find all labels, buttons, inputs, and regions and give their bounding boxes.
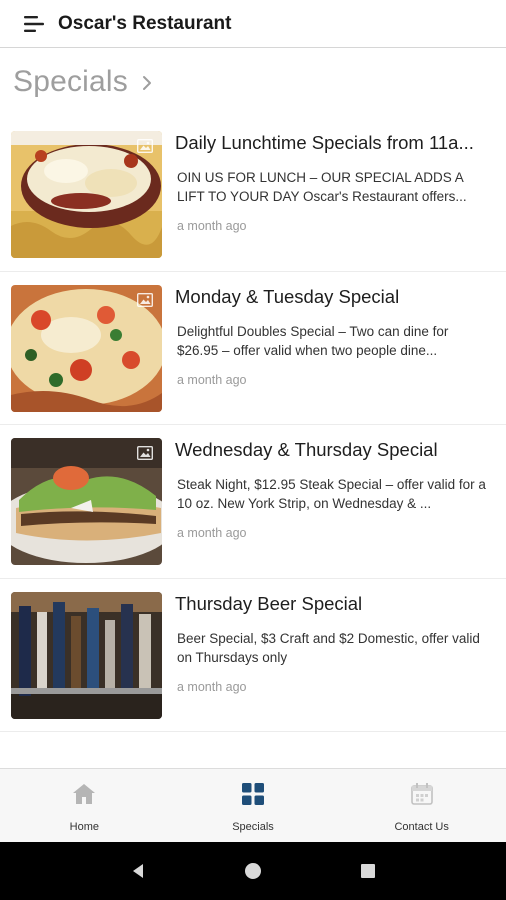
section-header[interactable]: Specials (13, 62, 152, 102)
chevron-right-icon (143, 76, 151, 90)
home-circle-icon (244, 863, 261, 879)
image-icon (137, 446, 153, 460)
list-item[interactable]: Thursday Beer Special Beer Special, $3 C… (0, 579, 506, 732)
post-timestamp: a month ago (177, 679, 247, 694)
post-timestamp: a month ago (177, 526, 247, 540)
post-title: Wednesday & Thursday Special (175, 439, 438, 460)
steak-sandwich-photo (11, 438, 162, 565)
list-item[interactable]: Daily Lunchtime Specials from 11a... OIN… (0, 118, 506, 272)
app-bar: Oscar's Restaurant (0, 0, 506, 48)
calendar-icon (410, 783, 433, 805)
post-title: Thursday Beer Special (175, 592, 363, 614)
chicken-parmesan-photo (11, 131, 162, 258)
system-recents-button[interactable] (348, 851, 388, 891)
nav-item-specials[interactable]: Specials (169, 769, 338, 842)
pizza-photo (11, 284, 162, 412)
system-navigation-bar (0, 842, 506, 900)
post-title: Daily Lunchtime Specials from 11a... (175, 132, 474, 153)
nav-label-home: Home (69, 821, 99, 833)
back-triangle-icon (132, 864, 143, 878)
nav-item-contact-us[interactable]: Contact Us (337, 769, 506, 842)
list-item[interactable]: Wednesday & Thursday Special Steak Night… (0, 425, 506, 579)
image-icon (137, 292, 153, 307)
system-home-button[interactable] (233, 851, 273, 891)
image-icon (137, 139, 153, 153)
system-back-button[interactable] (118, 851, 158, 891)
nav-label-specials: Specials (232, 821, 274, 833)
menu-icon (24, 15, 44, 32)
menu-button[interactable] (0, 0, 56, 48)
recents-square-icon (361, 864, 376, 878)
post-excerpt: Beer Special, $3 Craft and $2 Domestic, … (177, 630, 480, 665)
list-item[interactable]: Monday & Tuesday Special Delightful Doub… (0, 272, 506, 425)
app-title: Oscar's Restaurant (58, 12, 232, 34)
post-excerpt: Steak Night, $12.95 Steak Special – offe… (177, 477, 486, 511)
nav-item-home[interactable]: Home (0, 769, 169, 842)
post-excerpt: OIN US FOR LUNCH – OUR SPECIAL ADDS A LI… (177, 170, 467, 204)
post-timestamp: a month ago (177, 372, 247, 387)
post-title: Monday & Tuesday Special (175, 285, 400, 307)
section-title: Specials (13, 65, 128, 98)
grid-icon (242, 783, 264, 805)
home-icon (73, 784, 96, 804)
nav-label-contact-us: Contact Us (394, 821, 449, 833)
bottom-navigation: Home Specials Contact Us (0, 768, 506, 842)
specials-list: Daily Lunchtime Specials from 11a... OIN… (0, 118, 506, 732)
post-excerpt: Delightful Doubles Special – Two can din… (177, 323, 449, 358)
post-timestamp: a month ago (177, 219, 247, 233)
beer-taps-photo (11, 591, 162, 719)
